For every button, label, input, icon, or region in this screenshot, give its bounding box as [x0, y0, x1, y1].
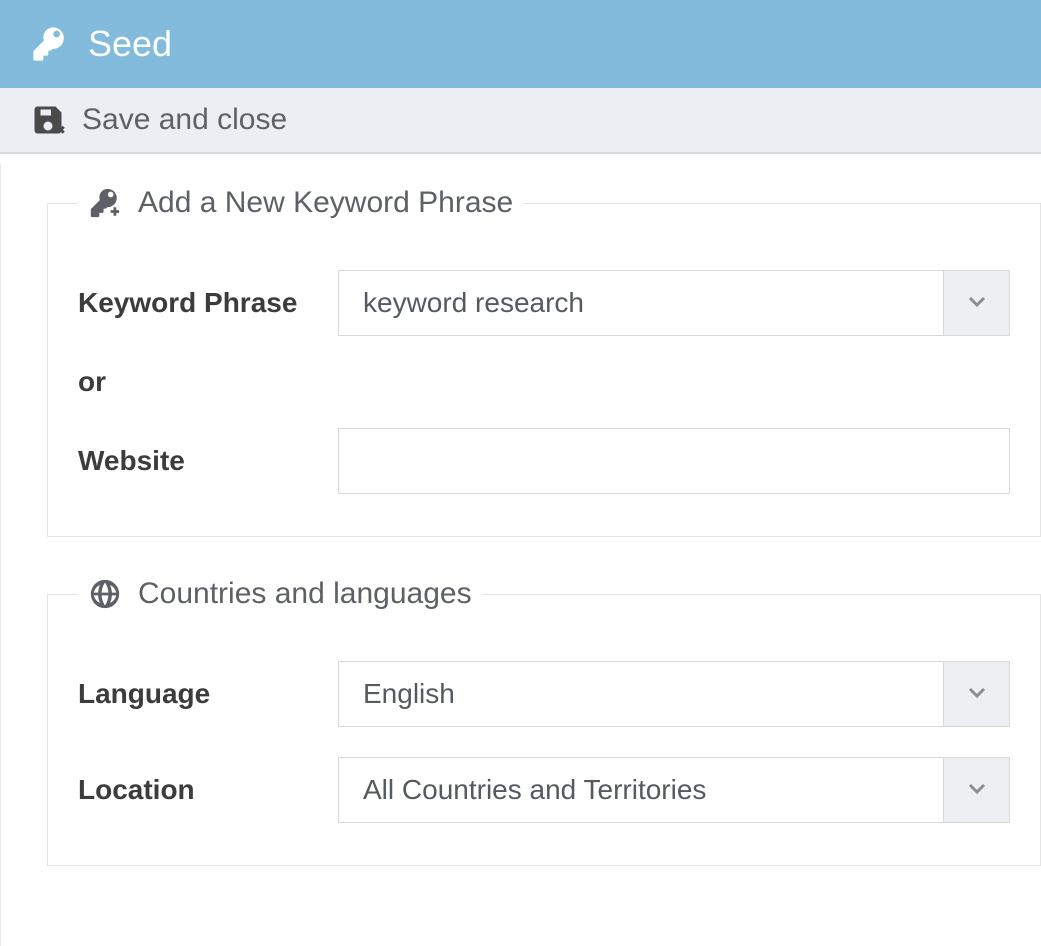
language-dropdown-button[interactable]	[943, 662, 1009, 726]
location-combobox[interactable]: All Countries and Territories	[338, 757, 1010, 823]
location-dropdown-button[interactable]	[943, 758, 1009, 822]
page-header: Seed	[0, 0, 1041, 88]
key-plus-icon	[88, 186, 122, 220]
chevron-down-icon	[965, 776, 989, 805]
language-label: Language	[78, 678, 338, 710]
location-row: Location All Countries and Territories	[78, 757, 1010, 823]
keyword-phrase-value[interactable]: keyword research	[339, 271, 943, 335]
save-and-close-label: Save and close	[82, 103, 287, 137]
key-icon	[30, 24, 70, 64]
globe-icon	[88, 577, 122, 611]
content-area: Add a New Keyword Phrase Keyword Phrase …	[0, 164, 1041, 946]
website-input[interactable]	[338, 428, 1010, 494]
language-combobox[interactable]: English	[338, 661, 1010, 727]
keyword-phrase-legend-text: Add a New Keyword Phrase	[138, 186, 513, 220]
language-value[interactable]: English	[339, 662, 943, 726]
save-close-icon	[30, 102, 66, 138]
save-and-close-button[interactable]: Save and close	[0, 88, 1041, 154]
keyword-phrase-label: Keyword Phrase	[78, 287, 338, 319]
keyword-phrase-legend: Add a New Keyword Phrase	[78, 186, 523, 220]
website-row: Website	[78, 428, 1010, 494]
keyword-phrase-dropdown-button[interactable]	[943, 271, 1009, 335]
or-row: or	[78, 366, 1010, 398]
countries-languages-group: Countries and languages Language English…	[47, 577, 1041, 866]
page-title: Seed	[88, 23, 172, 65]
location-label: Location	[78, 774, 338, 806]
countries-languages-legend: Countries and languages	[78, 577, 482, 611]
countries-languages-legend-text: Countries and languages	[138, 577, 472, 611]
language-row: Language English	[78, 661, 1010, 727]
keyword-phrase-row: Keyword Phrase keyword research	[78, 270, 1010, 336]
chevron-down-icon	[965, 289, 989, 318]
website-label: Website	[78, 445, 338, 477]
or-label: or	[78, 366, 106, 398]
keyword-phrase-group: Add a New Keyword Phrase Keyword Phrase …	[47, 186, 1041, 537]
location-value[interactable]: All Countries and Territories	[339, 758, 943, 822]
keyword-phrase-combobox[interactable]: keyword research	[338, 270, 1010, 336]
chevron-down-icon	[965, 680, 989, 709]
